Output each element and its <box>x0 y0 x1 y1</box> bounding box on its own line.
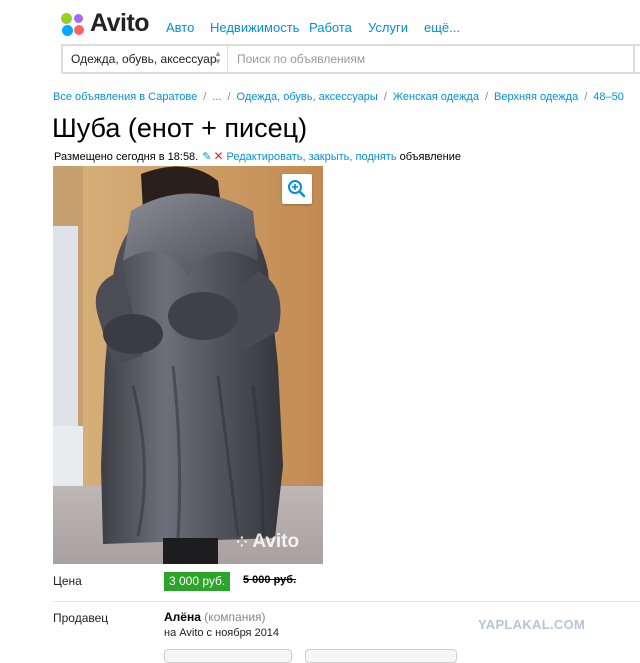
divider <box>53 601 640 602</box>
seller-name-text[interactable]: Алёна <box>164 610 201 624</box>
category-select[interactable]: Одежда, обувь, аксессуар <box>63 46 228 72</box>
contact-button[interactable] <box>164 649 292 663</box>
seller-label: Продавец <box>53 611 109 625</box>
message-button[interactable] <box>305 649 457 663</box>
listing-photo[interactable] <box>53 166 323 564</box>
search-input[interactable] <box>229 46 629 72</box>
logo-text[interactable]: Avito <box>90 9 150 38</box>
seller-type: (компания) <box>204 610 266 624</box>
watermark-dots-icon: ⁘ <box>236 534 248 550</box>
price-badge: 3 000 руб. <box>164 572 231 591</box>
zoom-in-icon[interactable] <box>282 174 312 204</box>
old-price: 5 000 руб. <box>243 574 297 586</box>
breadcrumb-item[interactable]: Все объявления в Саратове <box>53 91 197 103</box>
price-label: Цена <box>53 574 82 588</box>
seller-name: Алёна (компания) <box>164 610 266 624</box>
edit-suffix: объявление <box>399 151 461 163</box>
breadcrumb-item[interactable]: Женская одежда <box>393 91 479 103</box>
page-title: Шуба (енот + писец) <box>52 113 308 143</box>
posted-date: Размещено сегодня в 18:58. <box>54 151 199 163</box>
nav-jobs[interactable]: Работа <box>309 20 352 35</box>
breadcrumb-item[interactable]: 48–50 <box>593 91 624 103</box>
nav-services[interactable]: Услуги <box>368 20 408 35</box>
avito-logo-icon[interactable] <box>61 13 85 37</box>
select-arrows-icon: ▲ ▼ <box>214 49 222 66</box>
breadcrumb-item[interactable]: Верхняя одежда <box>494 91 578 103</box>
listing-meta: Размещено сегодня в 18:58. ✎ ✕ Редактироват… <box>54 149 461 163</box>
search-button-edge[interactable] <box>633 46 635 72</box>
pencil-icon[interactable]: ✎ <box>202 151 211 163</box>
edit-link[interactable]: Редактировать, закрыть, поднять <box>227 151 397 163</box>
photo-watermark: ⁘ Avito <box>236 531 300 552</box>
breadcrumb-item[interactable]: Одежда, обувь, аксессуары <box>237 91 378 103</box>
site-watermark: YAPLAKAL.COM <box>478 617 586 632</box>
cross-icon[interactable]: ✕ <box>213 149 223 163</box>
seller-since: на Avito с ноября 2014 <box>164 627 280 639</box>
nav-more[interactable]: ещё... <box>424 20 460 35</box>
breadcrumb-item[interactable]: ... <box>212 91 221 103</box>
nav-auto[interactable]: Авто <box>166 20 194 35</box>
nav-realty[interactable]: Недвижимость <box>210 20 299 35</box>
breadcrumb: Все объявления в Саратове /... / Одежда, об… <box>53 91 624 103</box>
